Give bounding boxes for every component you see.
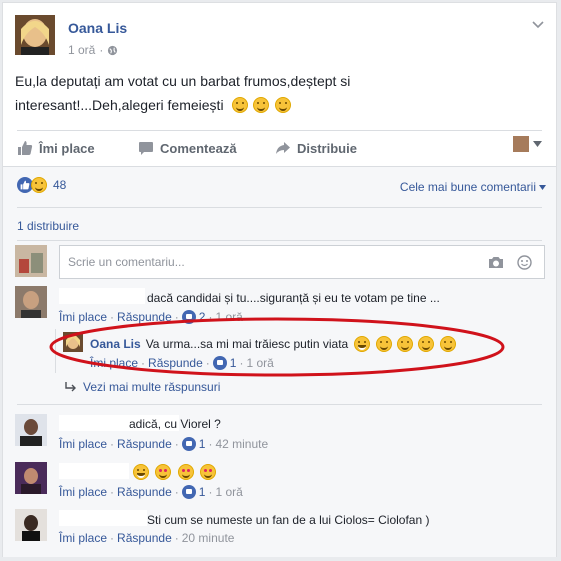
post-as-selector[interactable] <box>513 136 542 152</box>
heart-eyes-emoji-icon <box>200 464 217 480</box>
current-user-avatar <box>15 245 47 277</box>
kiss-emoji-icon <box>155 464 172 480</box>
comment-like-link[interactable]: Îmi place <box>59 531 107 545</box>
view-more-replies-label: Vezi mai multe răspunsuri <box>83 380 221 394</box>
comment-reply-link[interactable]: Răspunde <box>117 531 172 545</box>
comment-text: dacă candidai și tu....siguranță și eu t… <box>147 291 440 305</box>
comment-like-count[interactable]: 1 <box>199 485 206 499</box>
share-button[interactable]: Distribuie <box>275 140 357 156</box>
divider <box>17 404 542 405</box>
comment-like-link[interactable]: Îmi place <box>59 485 107 499</box>
sort-comments-dropdown[interactable]: Cele mai bune comentarii <box>400 180 546 194</box>
comment-label: Comentează <box>160 140 237 156</box>
post-time[interactable]: 1 oră · <box>68 43 118 57</box>
sort-label: Cele mai bune comentarii <box>399 180 536 194</box>
redacted-name <box>59 288 145 304</box>
comment-reply-link[interactable]: Răspunde <box>117 485 172 499</box>
dot-separator: · <box>99 43 104 57</box>
comment-meta: Îmi place · Răspunde · 20 minute <box>59 531 235 545</box>
smile-emoji-icon <box>231 97 248 113</box>
comment-button[interactable]: Comentează <box>138 140 237 156</box>
like-badge-icon <box>181 485 196 499</box>
share-arrow-icon <box>276 142 290 154</box>
share-label: Distribuie <box>297 140 357 156</box>
commenter-avatar[interactable] <box>15 462 47 494</box>
caret-down-icon <box>539 184 546 190</box>
commenter-avatar[interactable] <box>15 286 47 318</box>
caret-down-icon <box>533 141 542 147</box>
comment-text: Sti cum se numeste un fan de a lui Ciolo… <box>147 513 430 527</box>
thumbs-up-icon <box>18 141 33 155</box>
reaction-count[interactable]: 48 <box>53 178 66 192</box>
reactions-summary[interactable]: 48 <box>17 177 66 193</box>
divider <box>17 130 542 131</box>
comment-time[interactable]: 20 minute <box>182 531 235 545</box>
globe-icon <box>108 45 118 55</box>
commenter-avatar[interactable] <box>15 414 47 446</box>
smile-emoji-icon <box>275 97 292 113</box>
heart-eyes-emoji-icon <box>177 464 194 480</box>
author-avatar[interactable] <box>15 15 55 55</box>
like-badge-icon <box>181 437 196 451</box>
comment-input[interactable]: Scrie un comentariu... <box>59 245 545 279</box>
camera-icon[interactable] <box>488 256 504 269</box>
comment-meta: Îmi place · Răspunde · 1 · 42 minute <box>59 437 269 451</box>
divider <box>17 240 542 241</box>
redacted-name <box>59 510 147 526</box>
view-more-replies[interactable]: Vezi mai multe răspunsuri <box>65 380 220 394</box>
comment-meta: Îmi place · Răspunde · 1 · 1 oră <box>59 485 243 499</box>
post-text: Eu,la deputați am votat cu un barbat fru… <box>15 69 535 117</box>
smile-emoji-icon <box>253 97 270 113</box>
haha-reaction-icon <box>31 177 47 193</box>
comment-emojis <box>131 464 217 482</box>
comment-like-link[interactable]: Îmi place <box>59 437 107 451</box>
joy-emoji-icon <box>133 464 149 480</box>
redacted-name <box>59 463 129 479</box>
author-name[interactable]: Oana Lis <box>68 20 127 36</box>
post-card: Oana Lis 1 oră · Eu,la deputați am votat… <box>2 2 557 557</box>
comment-reply-link[interactable]: Răspunde <box>117 437 172 451</box>
post-text-line2: interesant!...Deh,alegeri femeiești <box>15 97 224 113</box>
post-time-label: 1 oră <box>68 43 96 57</box>
chevron-down-icon[interactable] <box>532 21 544 29</box>
comment-like-count[interactable]: 1 <box>199 437 206 451</box>
commenter-avatar[interactable] <box>15 509 47 541</box>
post-text-line1: Eu,la deputați am votat cu un barbat fru… <box>15 73 351 89</box>
emoji-icon[interactable] <box>517 255 532 270</box>
shares-count[interactable]: 1 distribuire <box>17 219 79 233</box>
highlight-oval <box>49 317 505 377</box>
reply-arrow-icon <box>65 382 76 392</box>
comment-input-placeholder: Scrie un comentariu... <box>68 255 185 269</box>
like-button[interactable]: Îmi place <box>17 140 95 156</box>
divider <box>17 207 542 208</box>
comment-text: adică, cu Viorel ? <box>129 417 221 431</box>
comment-time[interactable]: 42 minute <box>215 437 268 451</box>
small-avatar <box>513 136 529 152</box>
comment-icon <box>139 142 153 155</box>
like-label: Îmi place <box>39 140 95 156</box>
comment-time[interactable]: 1 oră <box>215 485 242 499</box>
